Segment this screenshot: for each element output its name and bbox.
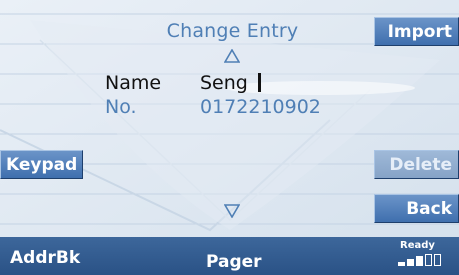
field-label-name: Name [105, 72, 162, 94]
back-button[interactable]: Back [374, 194, 459, 223]
tab-pager[interactable]: Pager [206, 252, 262, 272]
scroll-up-arrow-icon[interactable] [224, 49, 240, 63]
field-value-name: Seng [200, 72, 248, 94]
address-book-screen: Change Entry Name Seng No. 0172210902 Impo… [0, 0, 459, 275]
screen-title: Change Entry [166, 20, 299, 42]
signal-strength-icon [398, 254, 442, 266]
signal-bar [398, 262, 405, 266]
signal-bar [434, 254, 441, 266]
field-value-number: 0172210902 [200, 96, 321, 118]
signal-bar [416, 256, 423, 266]
field-row-name[interactable]: Name Seng [105, 72, 261, 94]
field-row-number[interactable]: No. 0172210902 [105, 96, 321, 118]
ready-status: Ready [400, 240, 435, 251]
tab-addrbk[interactable]: AddrBk [10, 248, 80, 268]
import-button[interactable]: Import [374, 17, 459, 46]
scroll-down-arrow-icon[interactable] [224, 204, 240, 218]
delete-button[interactable]: Delete [374, 150, 459, 179]
text-cursor [257, 73, 261, 92]
signal-bar [425, 254, 432, 266]
field-label-number: No. [105, 96, 137, 118]
keypad-button[interactable]: Keypad [0, 150, 83, 179]
signal-bar [407, 259, 414, 266]
